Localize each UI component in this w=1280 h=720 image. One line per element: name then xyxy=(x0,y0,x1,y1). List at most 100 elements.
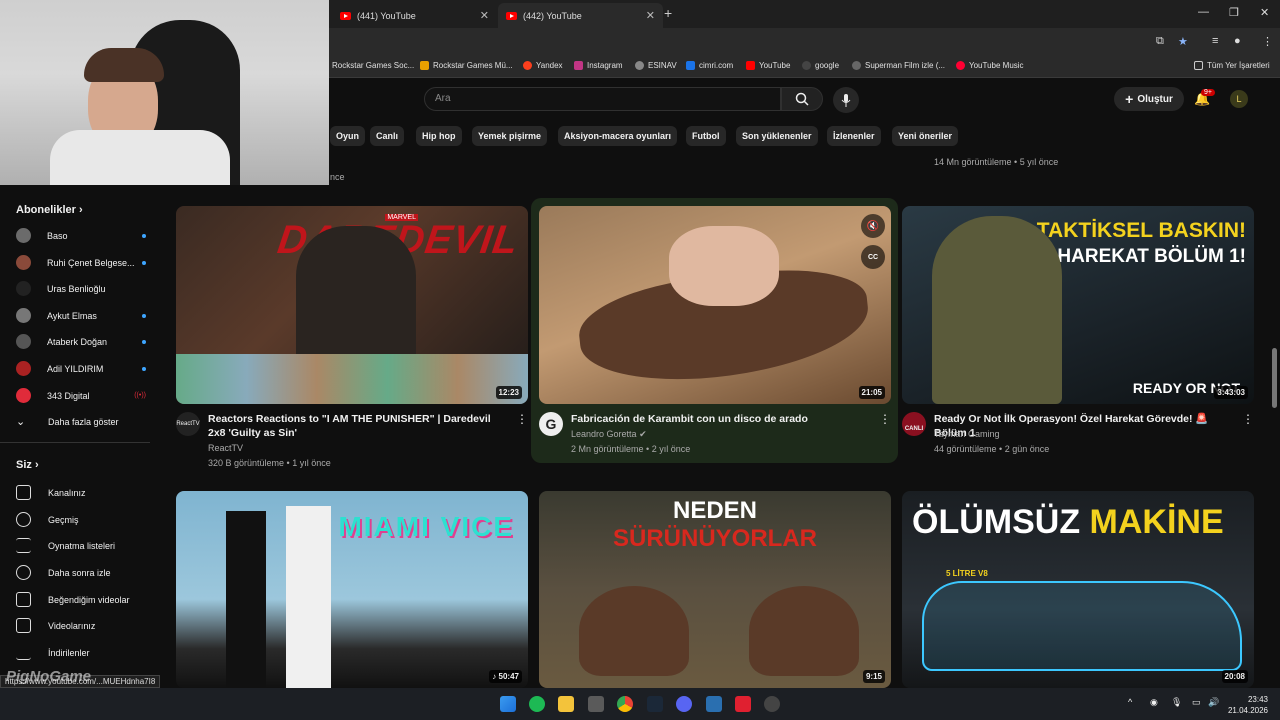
system-clock[interactable]: 23:43 21.04.2026 xyxy=(1228,694,1268,716)
tray-volume-icon[interactable]: 🔊 xyxy=(1208,697,1219,708)
you-header[interactable]: Siz › xyxy=(16,459,39,471)
sidebar-item-downloads[interactable]: İndirilenler xyxy=(16,645,90,660)
install-app-icon[interactable]: ⧉ xyxy=(1156,35,1164,48)
bookmark-item[interactable]: google xyxy=(802,61,839,70)
video-thumbnail[interactable]: DAREDEVIL MARVEL 12:23 xyxy=(176,206,528,404)
close-tab-icon[interactable]: ✕ xyxy=(480,9,489,22)
sidebar-sub-343-digital[interactable]: 343 Digital ((•)) xyxy=(16,388,146,403)
browser-tab-441[interactable]: (441) YouTube ✕ xyxy=(332,3,497,28)
new-tab-icon[interactable]: + xyxy=(664,5,672,21)
voice-search-button[interactable] xyxy=(833,87,859,113)
profile-icon[interactable]: ● xyxy=(1234,35,1241,47)
app-icon[interactable] xyxy=(735,696,751,712)
sidebar-sub-ruhi-cenet[interactable]: Ruhi Çenet Belgese... xyxy=(16,255,146,270)
sidebar-item-playlists[interactable]: Oynatma listeleri xyxy=(16,538,115,553)
captions-icon[interactable]: CC xyxy=(861,245,885,269)
video-thumbnail[interactable]: NEDEN SÜRÜNÜYORLAR 9:15 xyxy=(539,491,891,688)
restore-icon[interactable]: ❐ xyxy=(1229,6,1239,19)
search-button[interactable] xyxy=(781,87,823,111)
window-close-icon[interactable]: ✕ xyxy=(1260,6,1269,19)
more-options-icon[interactable]: ⋮ xyxy=(879,412,891,426)
channel-avatar-live[interactable]: CANLI xyxy=(902,412,926,436)
file-explorer-icon[interactable] xyxy=(558,696,574,712)
subscriptions-header[interactable]: Abonelikler › xyxy=(16,204,83,216)
tray-steam-icon[interactable]: ◉ xyxy=(1150,697,1158,708)
bookmark-item[interactable]: Rockstar Games Mü... xyxy=(420,61,513,70)
bookmark-item[interactable]: YouTube Music xyxy=(956,61,1024,70)
bookmark-item[interactable]: Superman Film izle (... xyxy=(852,61,945,70)
chip-yemek-pisirme[interactable]: Yemek pişirme xyxy=(472,126,548,146)
bookmark-item[interactable]: YouTube xyxy=(746,61,790,70)
menu-kebab-icon[interactable]: ⋮ xyxy=(1262,35,1273,48)
chip-yeni-oneriler[interactable]: Yeni öneriler xyxy=(892,126,959,146)
bookmark-star-icon[interactable]: ★ xyxy=(1178,35,1188,48)
channel-name[interactable]: Leandro Goretta ✔ xyxy=(571,429,647,440)
sidebar-item-your-channel[interactable]: Kanalınız xyxy=(16,485,86,500)
video-thumbnail[interactable]: TAKTİKSEL BASKIN! ÖZEL HAREKAT BÖLÜM 1! … xyxy=(902,206,1254,404)
page-scrollbar[interactable] xyxy=(1272,348,1277,408)
chip-hip-hop[interactable]: Hip hop xyxy=(416,126,462,146)
minimize-icon[interactable]: — xyxy=(1198,6,1209,18)
search-input[interactable]: Ara xyxy=(424,87,781,111)
tray-chevron-icon[interactable]: ^ xyxy=(1128,697,1132,707)
app-icon[interactable] xyxy=(764,696,780,712)
account-avatar[interactable]: L xyxy=(1230,90,1248,108)
video-title[interactable]: Reactors Reactions to "I AM THE PUNISHER… xyxy=(208,412,508,440)
chrome-icon[interactable] xyxy=(617,696,633,712)
discord-icon[interactable] xyxy=(676,696,692,712)
spotify-icon[interactable] xyxy=(529,696,545,712)
video-card[interactable]: ÖLÜMSÜZ MAKİNE 5 LİTRE V8 20:08 xyxy=(902,491,1254,688)
sidebar-sub-adil[interactable]: Adil YILDIRIM xyxy=(16,361,146,376)
bookmark-item[interactable]: Rockstar Games Soc... xyxy=(332,61,414,70)
bookmark-item[interactable]: ESINAV xyxy=(635,61,677,70)
video-card[interactable]: MIAMI VICE ♪ 50:47 xyxy=(176,491,528,688)
chip-aksiyon-macera[interactable]: Aksiyon-macera oyunları xyxy=(558,126,678,146)
bookmark-item[interactable]: Yandex xyxy=(523,61,563,70)
chip-canli[interactable]: Canlı xyxy=(370,126,405,146)
tray-mic-icon[interactable]: 🎙 xyxy=(1171,697,1182,708)
media-control-icon[interactable]: ≡ xyxy=(1212,35,1218,47)
chip-futbol[interactable]: Futbol xyxy=(686,126,726,146)
video-card[interactable]: TAKTİKSEL BASKIN! ÖZEL HAREKAT BÖLÜM 1! … xyxy=(902,206,1254,461)
steam-icon[interactable] xyxy=(647,696,663,712)
sidebar-sub-baso[interactable]: Baso xyxy=(16,228,146,243)
video-thumbnail[interactable]: MIAMI VICE ♪ 50:47 xyxy=(176,491,528,688)
chip-izlenenler[interactable]: İzlenenler xyxy=(827,126,881,146)
tray-network-icon[interactable]: ▭ xyxy=(1192,697,1201,708)
mute-icon[interactable]: 🔇 xyxy=(861,214,885,238)
sidebar-item-history[interactable]: Geçmiş xyxy=(16,512,79,527)
sidebar-item-liked-videos[interactable]: Beğendiğim videolar xyxy=(16,592,130,607)
thumbnail-figure xyxy=(749,586,859,676)
app-icon[interactable] xyxy=(706,696,722,712)
video-title[interactable]: Fabricación de Karambit con un disco de … xyxy=(571,412,871,426)
all-bookmarks-folder[interactable]: Tüm Yer İşaretleri xyxy=(1194,61,1270,70)
browser-tab-442[interactable]: (442) YouTube ✕ xyxy=(498,3,663,28)
sidebar-sub-aykut[interactable]: Aykut Elmas xyxy=(16,308,146,323)
sidebar-sub-ataberk[interactable]: Ataberk Doğan xyxy=(16,334,146,349)
video-card[interactable]: DAREDEVIL MARVEL 12:23 ReactTV Reactors … xyxy=(176,206,528,468)
channel-name[interactable]: ReactTV xyxy=(208,443,243,453)
video-thumbnail[interactable]: ÖLÜMSÜZ MAKİNE 5 LİTRE V8 20:08 xyxy=(902,491,1254,688)
video-duration: 3:43:03 xyxy=(1214,386,1248,399)
show-more-button[interactable]: ⌄ Daha fazla göster xyxy=(16,415,119,428)
sidebar-item-watch-later[interactable]: Daha sonra izle xyxy=(16,565,111,580)
video-preview-player[interactable]: 🔇 CC 21:05 xyxy=(539,206,891,404)
store-icon[interactable] xyxy=(588,696,604,712)
bookmark-item[interactable]: cimri.com xyxy=(686,61,733,70)
channel-avatar[interactable]: ReactTV xyxy=(176,412,200,436)
bookmark-item[interactable]: Instagram xyxy=(574,61,623,70)
channel-avatar[interactable]: G xyxy=(539,412,563,436)
start-menu-icon[interactable] xyxy=(500,696,516,712)
close-tab-icon[interactable]: ✕ xyxy=(646,9,655,22)
video-card[interactable]: NEDEN SÜRÜNÜYORLAR 9:15 xyxy=(539,491,891,688)
chip-son-yuklenenler[interactable]: Son yüklenenler xyxy=(736,126,818,146)
sidebar-item-your-videos[interactable]: Videolarınız xyxy=(16,618,95,633)
more-options-icon[interactable]: ⋮ xyxy=(516,412,528,426)
channel-name[interactable]: Tayman Gaming xyxy=(934,429,1000,439)
webcam-overlay xyxy=(0,0,329,185)
create-button[interactable]: + Oluştur xyxy=(1114,87,1184,111)
chip-oyun[interactable]: Oyun xyxy=(330,126,366,146)
more-options-icon[interactable]: ⋮ xyxy=(1242,412,1254,426)
sidebar-sub-uras[interactable]: Uras Benlioğlu xyxy=(16,281,146,296)
video-card-hovered[interactable]: 🔇 CC 21:05 G Fabricación de Karambit con… xyxy=(539,206,891,461)
